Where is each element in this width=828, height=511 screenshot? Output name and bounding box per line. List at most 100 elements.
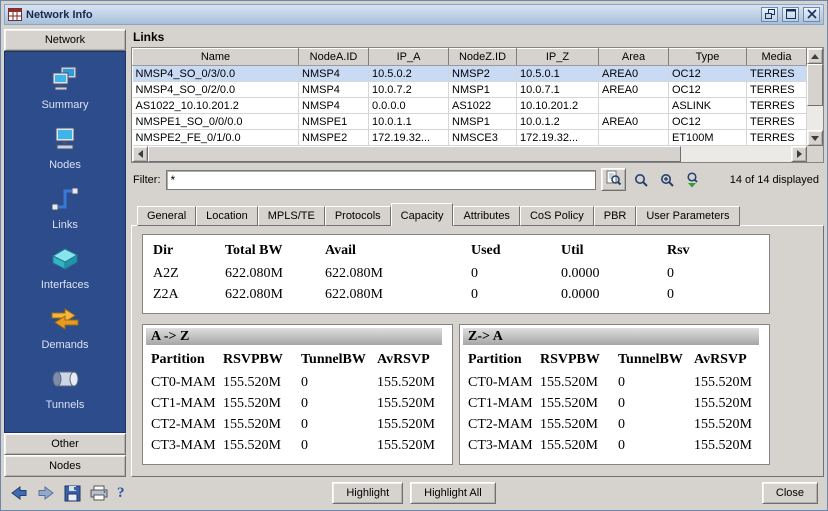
tab-location[interactable]: Location: [196, 206, 258, 226]
help-icon[interactable]: ?: [117, 485, 125, 502]
table-cell: 155.520M: [540, 372, 618, 393]
back-icon[interactable]: [10, 485, 28, 501]
sidebar-item-links[interactable]: Links: [50, 186, 80, 231]
column-header[interactable]: Media: [747, 49, 807, 66]
column-header: Partition: [460, 348, 540, 372]
table-cell: TERRES: [747, 98, 807, 114]
filter-label: Filter:: [133, 174, 161, 186]
horizontal-scrollbar-thumb[interactable]: [148, 146, 681, 162]
table-row: CT0-MAM155.520M0155.520M: [460, 372, 769, 393]
capacity-summary-table: DirTotal BWAvailUsedUtilRsvA2Z622.080M62…: [143, 239, 769, 305]
table-cell: 0: [618, 414, 694, 435]
scroll-up-button[interactable]: [807, 48, 823, 64]
close-dialog-button[interactable]: Close: [762, 482, 818, 504]
footer-icons: ?: [10, 485, 332, 502]
scroll-left-button[interactable]: [132, 146, 148, 162]
network-accordion-button[interactable]: Network: [4, 29, 126, 51]
table-cell: 155.520M: [694, 372, 769, 393]
restore-button[interactable]: [761, 7, 778, 22]
search-icon[interactable]: [631, 169, 652, 190]
zoom-in-icon[interactable]: [657, 169, 678, 190]
tab-pbr[interactable]: PBR: [594, 206, 637, 226]
tab-cos-policy[interactable]: CoS Policy: [520, 206, 594, 226]
column-header: Util: [561, 239, 667, 263]
table-cell: NMSCE3: [449, 130, 517, 146]
column-header[interactable]: Area: [599, 49, 669, 66]
table-row: CT0-MAM155.520M0155.520M: [143, 372, 452, 393]
vertical-scrollbar-thumb[interactable]: [807, 64, 823, 106]
column-header[interactable]: NodeZ.ID: [449, 49, 517, 66]
column-header: Avail: [325, 239, 471, 263]
capacity-summary-box: DirTotal BWAvailUsedUtilRsvA2Z622.080M62…: [142, 234, 770, 314]
table-cell: 155.520M: [694, 393, 769, 414]
table-row: A2Z622.080M622.080M00.00000: [143, 263, 769, 284]
column-header: TunnelBW: [618, 348, 694, 372]
table-cell: 10.5.0.1: [517, 66, 599, 82]
horizontal-scrollbar[interactable]: [132, 146, 807, 162]
close-button[interactable]: [803, 7, 820, 22]
table-row[interactable]: NMSPE2_FE_0/1/0.0NMSPE2172.19.32...NMSCE…: [133, 130, 807, 146]
column-header: Rsv: [667, 239, 769, 263]
print-icon[interactable]: [90, 485, 108, 501]
forward-icon[interactable]: [37, 485, 55, 501]
column-header: Total BW: [225, 239, 325, 263]
column-header[interactable]: Name: [133, 49, 299, 66]
table-row: CT2-MAM155.520M0155.520M: [460, 414, 769, 435]
table-cell: 0: [618, 372, 694, 393]
restore-icon: [765, 7, 775, 22]
filter-input[interactable]: [166, 170, 596, 190]
tab-user-parameters[interactable]: User Parameters: [636, 206, 739, 226]
table-cell: NMSPE2_FE_0/1/0.0: [133, 130, 299, 146]
table-cell: 155.520M: [377, 372, 452, 393]
footer-right: Close: [496, 482, 818, 504]
table-cell: CT1-MAM: [143, 393, 223, 414]
nodes-accordion-button[interactable]: Nodes: [4, 455, 126, 477]
table-row[interactable]: NMSPE1_SO_0/0/0.0NMSPE110.0.1.1NMSP110.0…: [133, 114, 807, 130]
column-header[interactable]: Type: [669, 49, 747, 66]
links-table-viewport: NameNodeA.IDIP_ANodeZ.IDIP_ZAreaTypeMedi…: [132, 48, 807, 146]
table-cell: ASLINK: [669, 98, 747, 114]
table-cell: AREA0: [599, 114, 669, 130]
titlebar[interactable]: Network Info: [4, 4, 824, 25]
sidebar-item-interfaces[interactable]: Interfaces: [41, 246, 89, 291]
table-cell: NMSP4: [299, 82, 369, 98]
highlight-all-button[interactable]: Highlight All: [410, 482, 495, 504]
table-cell: TERRES: [747, 114, 807, 130]
sidebar-item-label: Nodes: [49, 159, 81, 171]
column-header[interactable]: NodeA.ID: [299, 49, 369, 66]
tab-protocols[interactable]: Protocols: [325, 206, 391, 226]
maximize-button[interactable]: [782, 7, 799, 22]
table-cell: 155.520M: [377, 435, 452, 456]
sidebar-item-demands[interactable]: Demands: [41, 306, 88, 351]
table-row[interactable]: NMSP4_SO_0/3/0.0NMSP410.5.0.2NMSP210.5.0…: [133, 66, 807, 82]
column-header[interactable]: IP_Z: [517, 49, 599, 66]
table-cell: CT2-MAM: [143, 414, 223, 435]
table-cell: OC12: [669, 114, 747, 130]
table-row[interactable]: AS1022_10.10.201.2NMSP40.0.0.0AS102210.1…: [133, 98, 807, 114]
highlight-button[interactable]: Highlight: [332, 482, 403, 504]
sidebar-item-tunnels[interactable]: Tunnels: [46, 366, 85, 411]
sidebar-item-label: Tunnels: [46, 399, 85, 411]
tab-general[interactable]: General: [137, 206, 196, 226]
scroll-down-button[interactable]: [807, 130, 823, 146]
az-partition-box: A -> Z PartitionRSVPBWTunnelBWAvRSVPCT0-…: [142, 324, 453, 465]
tab-capacity[interactable]: Capacity: [391, 203, 454, 226]
other-accordion-button[interactable]: Other: [4, 433, 126, 455]
table-cell: 155.520M: [223, 435, 301, 456]
vertical-scrollbar[interactable]: [807, 48, 823, 146]
apply-filter-icon[interactable]: [683, 169, 704, 190]
save-icon[interactable]: [64, 485, 81, 502]
tab-attributes[interactable]: Attributes: [453, 206, 519, 226]
sidebar-item-summary[interactable]: Summary: [41, 66, 88, 111]
column-header: Partition: [143, 348, 223, 372]
za-partition-title: Z-> A: [463, 328, 759, 345]
column-header[interactable]: IP_A: [369, 49, 449, 66]
search-table-button[interactable]: [601, 168, 626, 191]
scroll-right-button[interactable]: [791, 146, 807, 162]
table-cell: 10.0.7.2: [369, 82, 449, 98]
table-cell: CT3-MAM: [460, 435, 540, 456]
table-cell: 172.19.32...: [369, 130, 449, 146]
table-row[interactable]: NMSP4_SO_0/2/0.0NMSP410.0.7.2NMSP110.0.7…: [133, 82, 807, 98]
sidebar-item-nodes[interactable]: Nodes: [49, 126, 81, 171]
tab-mpls-te[interactable]: MPLS/TE: [258, 206, 325, 226]
